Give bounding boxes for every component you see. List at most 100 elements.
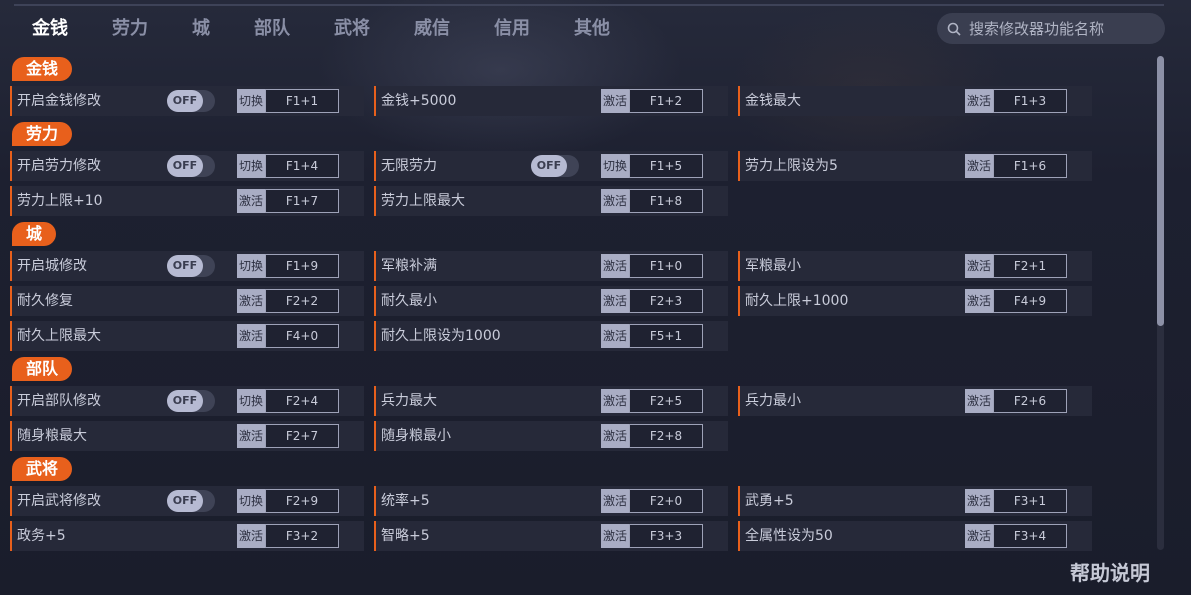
- cheat-item: 军粮最小 激活 F2+1: [738, 251, 1092, 281]
- action-button[interactable]: 切换: [237, 254, 265, 278]
- toggle-switch[interactable]: OFF: [167, 490, 215, 512]
- toggle-switch[interactable]: OFF: [167, 255, 215, 277]
- hotkey-field[interactable]: F3+2: [265, 524, 339, 548]
- section-header: 金钱: [12, 57, 73, 81]
- action-button[interactable]: 激活: [601, 189, 629, 213]
- cheat-name: 金钱+5000: [381, 93, 457, 109]
- action-button[interactable]: 切换: [237, 489, 265, 513]
- cheat-item: 耐久修复 激活 F2+2: [10, 286, 364, 316]
- cheat-name: 开启城修改: [17, 258, 87, 274]
- toggle-switch[interactable]: OFF: [167, 390, 215, 412]
- section-header: 城: [12, 222, 57, 246]
- cheat-name: 军粮最小: [745, 258, 801, 274]
- cheat-name: 随身粮最大: [17, 428, 87, 444]
- cheat-item: 军粮补满 激活 F1+0: [374, 251, 728, 281]
- cheat-name: 耐久上限设为1000: [381, 328, 501, 344]
- cheat-name: 随身粮最小: [381, 428, 451, 444]
- hotkey-field[interactable]: F1+7: [265, 189, 339, 213]
- action-button[interactable]: 激活: [965, 489, 993, 513]
- action-button[interactable]: 激活: [237, 324, 265, 348]
- cheat-item: 兵力最小 激活 F2+6: [738, 386, 1092, 416]
- action-button[interactable]: 激活: [601, 289, 629, 313]
- cheat-item: 金钱+5000 激活 F1+2: [374, 86, 728, 116]
- hotkey-field[interactable]: F4+0: [265, 324, 339, 348]
- section-header: 劳力: [12, 122, 73, 146]
- scrollbar-thumb[interactable]: [1157, 56, 1164, 326]
- toggle-state-label: OFF: [531, 155, 567, 177]
- hotkey-field[interactable]: F2+0: [629, 489, 703, 513]
- hotkey-field[interactable]: F1+9: [265, 254, 339, 278]
- action-button[interactable]: 激活: [601, 89, 629, 113]
- toggle-switch[interactable]: OFF: [167, 155, 215, 177]
- cheat-name: 耐久修复: [17, 293, 73, 309]
- cheat-name: 耐久上限最大: [17, 328, 101, 344]
- cheat-item: 全属性设为50 激活 F3+4: [738, 521, 1092, 551]
- action-button[interactable]: 激活: [601, 489, 629, 513]
- cheat-name: 统率+5: [381, 493, 430, 509]
- toggle-state-label: OFF: [167, 90, 203, 112]
- cheat-name: 金钱最大: [745, 93, 801, 109]
- hotkey-field[interactable]: F2+4: [265, 389, 339, 413]
- action-button[interactable]: 激活: [601, 254, 629, 278]
- cheat-name: 无限劳力: [381, 158, 437, 174]
- cheat-name: 军粮补满: [381, 258, 437, 274]
- hotkey-field[interactable]: F1+4: [265, 154, 339, 178]
- action-button[interactable]: 激活: [965, 389, 993, 413]
- action-button[interactable]: 激活: [237, 289, 265, 313]
- hotkey-field[interactable]: F1+8: [629, 189, 703, 213]
- cheat-name: 劳力上限+10: [17, 193, 103, 209]
- action-button[interactable]: 激活: [237, 189, 265, 213]
- action-button[interactable]: 激活: [965, 154, 993, 178]
- action-button[interactable]: 激活: [237, 524, 265, 548]
- scrollbar[interactable]: [1157, 56, 1164, 550]
- hotkey-field[interactable]: F2+3: [629, 289, 703, 313]
- action-button[interactable]: 激活: [601, 389, 629, 413]
- cheat-name: 兵力最小: [745, 393, 801, 409]
- toggle-switch[interactable]: OFF: [167, 90, 215, 112]
- cheat-item: 开启金钱修改 OFF 切换 F1+1: [10, 86, 364, 116]
- action-button[interactable]: 激活: [965, 524, 993, 548]
- hotkey-field[interactable]: F2+5: [629, 389, 703, 413]
- cheat-item: 政务+5 激活 F3+2: [10, 521, 364, 551]
- hotkey-field[interactable]: F1+3: [993, 89, 1067, 113]
- hotkey-field[interactable]: F3+3: [629, 524, 703, 548]
- action-button[interactable]: 激活: [601, 424, 629, 448]
- action-button[interactable]: 激活: [965, 254, 993, 278]
- action-button[interactable]: 激活: [601, 524, 629, 548]
- hotkey-field[interactable]: F3+1: [993, 489, 1067, 513]
- hotkey-field[interactable]: F2+8: [629, 424, 703, 448]
- cheat-item: 耐久上限设为1000 激活 F5+1: [374, 321, 728, 351]
- cheat-item: 劳力上限+10 激活 F1+7: [10, 186, 364, 216]
- cheat-item: 统率+5 激活 F2+0: [374, 486, 728, 516]
- hotkey-field[interactable]: F4+9: [993, 289, 1067, 313]
- action-button[interactable]: 激活: [601, 324, 629, 348]
- hotkey-field[interactable]: F2+9: [265, 489, 339, 513]
- cheat-item: 开启武将修改 OFF 切换 F2+9: [10, 486, 364, 516]
- hotkey-field[interactable]: F1+2: [629, 89, 703, 113]
- action-button[interactable]: 切换: [237, 389, 265, 413]
- cheat-item: 智略+5 激活 F3+3: [374, 521, 728, 551]
- hotkey-field[interactable]: F1+6: [993, 154, 1067, 178]
- action-button[interactable]: 激活: [965, 289, 993, 313]
- action-button[interactable]: 切换: [237, 89, 265, 113]
- hotkey-field[interactable]: F1+0: [629, 254, 703, 278]
- action-button[interactable]: 切换: [601, 154, 629, 178]
- hotkey-field[interactable]: F2+6: [993, 389, 1067, 413]
- hotkey-field[interactable]: F2+7: [265, 424, 339, 448]
- hotkey-field[interactable]: F1+5: [629, 154, 703, 178]
- hotkey-field[interactable]: F2+1: [993, 254, 1067, 278]
- hotkey-field[interactable]: F3+4: [993, 524, 1067, 548]
- cheat-item: 开启劳力修改 OFF 切换 F1+4: [10, 151, 364, 181]
- action-button[interactable]: 激活: [237, 424, 265, 448]
- cheat-name: 政务+5: [17, 528, 66, 544]
- toggle-state-label: OFF: [167, 255, 203, 277]
- toggle-switch[interactable]: OFF: [531, 155, 579, 177]
- cheat-item: 随身粮最大 激活 F2+7: [10, 421, 364, 451]
- action-button[interactable]: 切换: [237, 154, 265, 178]
- toggle-state-label: OFF: [167, 390, 203, 412]
- help-button[interactable]: 帮助说明: [1070, 557, 1150, 586]
- hotkey-field[interactable]: F5+1: [629, 324, 703, 348]
- hotkey-field[interactable]: F2+2: [265, 289, 339, 313]
- hotkey-field[interactable]: F1+1: [265, 89, 339, 113]
- action-button[interactable]: 激活: [965, 89, 993, 113]
